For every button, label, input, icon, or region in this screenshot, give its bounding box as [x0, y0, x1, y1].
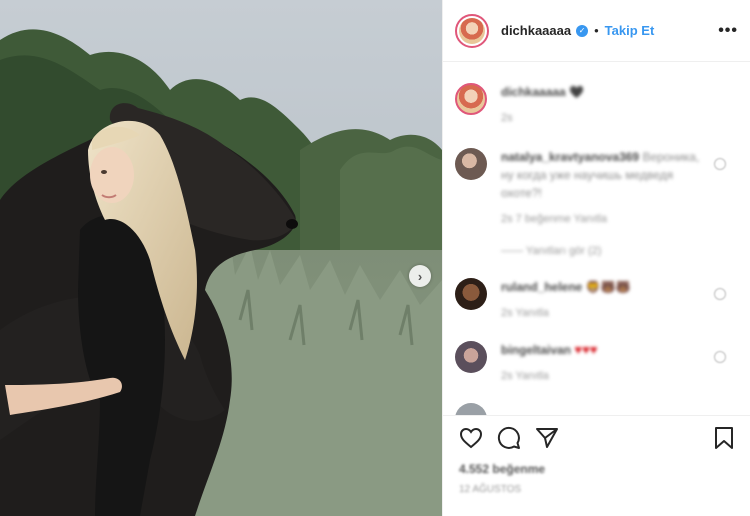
like-comment-icon[interactable] [714, 351, 726, 363]
author-username[interactable]: dichkaaaaa [501, 23, 571, 38]
like-comment-icon[interactable] [714, 158, 726, 170]
comment-meta: 2s 7 beğenme Yanıtla [501, 213, 608, 225]
comment-meta: 2s [501, 112, 513, 124]
commenter-avatar[interactable] [455, 341, 487, 373]
share-send-icon[interactable] [535, 427, 559, 449]
comment-text: 🦁🐻🐻 [585, 280, 631, 294]
view-replies-link[interactable]: —— Yanıtları gör (2) [501, 242, 706, 260]
like-comment-icon[interactable] [714, 288, 726, 300]
commenter-name[interactable]: dichkaaaaa [501, 85, 566, 99]
commenter-avatar[interactable] [455, 83, 487, 115]
comment-item: bingeltaivan ♥♥♥ 2s Yanıtla [455, 341, 734, 385]
next-image-button[interactable]: › [409, 265, 431, 287]
post-header: dichkaaaaa ✓ • Takip Et ••• [443, 0, 750, 62]
post-photo[interactable]: › [0, 0, 442, 516]
comment-item: natalya_kravtyanova369 Вероника, ну когд… [455, 148, 734, 260]
comment-meta: 2s Yanıtla [501, 370, 549, 382]
comment-bubble-icon[interactable] [497, 426, 521, 450]
post-actions: 4.552 beğenme 12 AĞUSTOS [443, 415, 750, 516]
likes-count[interactable]: 4.552 beğenme [459, 462, 734, 476]
comments-list[interactable]: dichkaaaaa 🖤 2s natalya_kravtyanova369 В… [443, 63, 750, 415]
author-avatar[interactable] [455, 13, 489, 48]
post-timestamp: 12 AĞUSTOS [459, 484, 522, 495]
commenter-name[interactable]: ruland_helene [501, 280, 582, 294]
comment-text: 🖤 [569, 85, 585, 99]
comment-item: dichkaaaaa 🖤 2s [455, 83, 734, 127]
commenter-name[interactable]: bingeltaivan [501, 343, 571, 357]
commenter-name[interactable]: natalya_kravtyanova369 [501, 150, 639, 164]
more-options-icon[interactable]: ••• [718, 22, 738, 40]
verified-badge-icon: ✓ [576, 24, 589, 37]
commenter-avatar[interactable] [455, 403, 487, 415]
follow-button[interactable]: Takip Et [605, 23, 655, 38]
commenter-avatar[interactable] [455, 278, 487, 310]
photo-scene [0, 0, 442, 516]
commenter-avatar[interactable] [455, 148, 487, 180]
comment-text: ♥♥♥ [574, 342, 598, 357]
instagram-post: › dichkaaaaa ✓ • Takip Et ••• dichkaaaaa… [0, 0, 750, 516]
side-panel: dichkaaaaa ✓ • Takip Et ••• dichkaaaaa 🖤… [442, 0, 750, 516]
comment-meta: 2s Yanıtla [501, 307, 549, 319]
comment-item-partial [455, 403, 734, 415]
header-separator: • [594, 23, 599, 38]
save-bookmark-icon[interactable] [714, 426, 734, 450]
comment-item: ruland_helene 🦁🐻🐻 2s Yanıtla [455, 278, 734, 322]
like-heart-icon[interactable] [459, 427, 483, 449]
